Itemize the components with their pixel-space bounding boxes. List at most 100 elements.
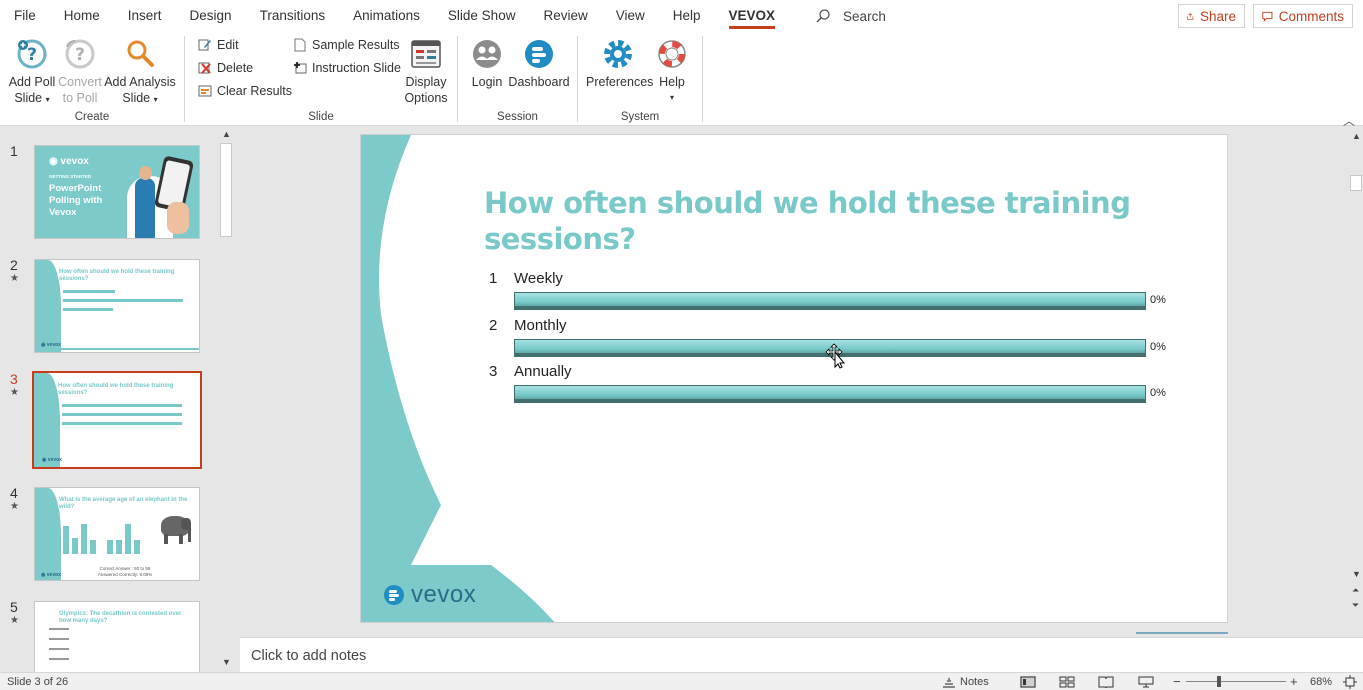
zoom-level[interactable]: 68% [1310, 676, 1332, 688]
group-system: Preferences Help ▾ System [578, 32, 702, 126]
tab-home[interactable]: Home [50, 0, 114, 32]
tab-transitions[interactable]: Transitions [246, 0, 340, 32]
option-percent: 0% [1150, 341, 1166, 353]
zoom-out-button[interactable]: − [1173, 674, 1181, 689]
thumbnail-logo: ◉ vevox [41, 342, 61, 348]
option-percent: 0% [1150, 387, 1166, 399]
search-label: Search [843, 8, 886, 24]
tab-review[interactable]: Review [529, 0, 601, 32]
zoom-slider[interactable] [1186, 681, 1286, 682]
group-label-session: Session [497, 111, 538, 123]
dashboard-label: Dashboard [508, 75, 570, 89]
thumbnail-bar [62, 413, 182, 416]
option-label: Annually [514, 363, 572, 380]
lifebuoy-icon [658, 40, 686, 68]
slide-sorter-icon[interactable] [1059, 676, 1075, 688]
thumbnail-title: What is the average age of an elephant i… [59, 497, 188, 510]
add-analysis-label-2: Slide ▾ [122, 91, 158, 105]
search-box[interactable]: Search [815, 0, 886, 32]
thumbnail-title: How often should we hold these training … [58, 383, 174, 396]
thumbnail-slide-5[interactable]: Olympics: The decathlon is contested ove… [34, 601, 200, 672]
thumbnail-bar [63, 299, 183, 302]
option-label: Weekly [514, 270, 563, 287]
tab-view[interactable]: View [602, 0, 659, 32]
animation-star-icon: ★ [10, 501, 19, 512]
tab-file[interactable]: File [0, 0, 50, 32]
fit-to-window-icon[interactable] [1343, 675, 1357, 689]
zoom-in-button[interactable]: + [1290, 674, 1298, 689]
thumbnail-slide-4[interactable]: What is the average age of an elephant i… [34, 487, 200, 581]
add-analysis-slide-button[interactable]: Add Analysis Slide ▾ [104, 34, 176, 108]
slide-scrollbar[interactable]: ▲ ▼ ⏶ ⏷ [1349, 127, 1363, 617]
add-poll-slide-button[interactable]: ? Add Poll Slide ▾ [4, 34, 60, 108]
slide-title[interactable]: How often should we hold these training … [484, 185, 1184, 257]
thumbnail-logo: ◉ vevox [41, 572, 61, 578]
add-poll-icon: ? [17, 39, 47, 69]
sample-results-button[interactable]: Sample Results [292, 35, 400, 55]
preferences-button[interactable]: Preferences [586, 34, 653, 90]
comments-button[interactable]: Comments [1253, 4, 1353, 28]
convert-label-2: to Poll [62, 91, 98, 105]
option-number: 2 [489, 317, 498, 334]
share-button[interactable]: Share [1178, 4, 1245, 28]
notes-placeholder[interactable]: Click to add notes [251, 648, 366, 664]
zoom-slider-thumb[interactable] [1217, 676, 1221, 687]
edit-button[interactable]: Edit [197, 35, 239, 55]
slide-thumbnail-pane: 1 ◉ vevox GETTING STARTED PowerPoint Pol… [0, 127, 238, 672]
convert-poll-icon: ? [65, 39, 95, 69]
scroll-up-icon[interactable]: ▲ [222, 129, 231, 139]
tab-animations[interactable]: Animations [339, 0, 434, 32]
previous-slide-icon[interactable]: ⏶ [1352, 585, 1359, 596]
thumbnail-number: 2 [10, 257, 18, 273]
search-icon [816, 9, 830, 23]
thumbnail-bar [62, 404, 182, 407]
option-number: 1 [489, 270, 498, 287]
thumbnail-slide-3[interactable]: How often should we hold these training … [32, 371, 202, 469]
option-bar [514, 385, 1146, 403]
instruction-slide-button[interactable]: Instruction Slide [292, 58, 401, 78]
thumbnail-slide-2[interactable]: How often should we hold these training … [34, 259, 200, 353]
login-button[interactable]: Login [468, 34, 506, 90]
slide-counter: Slide 3 of 26 [7, 676, 69, 688]
scrollbar-thumb[interactable] [1350, 175, 1362, 191]
current-slide[interactable]: How often should we hold these training … [360, 134, 1228, 623]
thumbnail-title: Olympics: The decathlon is contested ove… [59, 611, 182, 624]
option-bar [514, 292, 1146, 310]
option-label: Monthly [514, 317, 567, 334]
next-slide-icon[interactable]: ⏷ [1352, 600, 1359, 611]
thumbnail-bar [62, 422, 182, 425]
scroll-down-icon[interactable]: ▼ [1352, 569, 1361, 579]
notes-pane[interactable]: Click to add notes [240, 637, 1363, 672]
normal-view-icon[interactable] [1020, 676, 1036, 688]
gear-icon [604, 40, 632, 68]
edit-label: Edit [217, 38, 239, 52]
tab-insert[interactable]: Insert [114, 0, 176, 32]
tab-slide-show[interactable]: Slide Show [434, 0, 530, 32]
clear-results-button[interactable]: Clear Results [197, 81, 292, 101]
tab-help[interactable]: Help [659, 0, 715, 32]
notes-toggle-button[interactable]: Notes [942, 676, 989, 688]
dashboard-button[interactable]: Dashboard [508, 34, 570, 90]
tab-design[interactable]: Design [176, 0, 246, 32]
thumbnail-number: 1 [10, 143, 18, 159]
powerpoint-window: File Home Insert Design Transitions Anim… [0, 0, 1363, 690]
svg-text:?: ? [27, 45, 37, 65]
instruction-slide-label: Instruction Slide [312, 61, 401, 75]
help-button[interactable]: Help ▾ [652, 34, 692, 106]
status-bar: Slide 3 of 26 Notes − + 68% [0, 672, 1363, 690]
slide-show-icon[interactable] [1138, 676, 1154, 688]
scroll-up-icon[interactable]: ▲ [1352, 131, 1361, 141]
reading-view-icon[interactable] [1098, 676, 1114, 688]
thumbnail-slide-1[interactable]: ◉ vevox GETTING STARTED PowerPoint Polli… [34, 145, 200, 239]
thumbnail-scrollbar[interactable]: ▲ ▼ [218, 127, 234, 672]
thumbnail-title: How often should we hold these training … [59, 269, 175, 282]
display-options-button[interactable]: Display Options [399, 34, 453, 106]
convert-to-poll-button[interactable]: ? Convert to Poll [56, 34, 104, 106]
tab-vevox[interactable]: VEVOX [715, 0, 790, 32]
delete-button[interactable]: Delete [197, 58, 253, 78]
vevox-dashboard-icon [525, 40, 553, 68]
scroll-down-icon[interactable]: ▼ [222, 657, 231, 667]
scrollbar-thumb[interactable] [220, 143, 232, 237]
thumbnail-number: 5 [10, 599, 18, 615]
thumbnail-swoosh [35, 260, 61, 352]
